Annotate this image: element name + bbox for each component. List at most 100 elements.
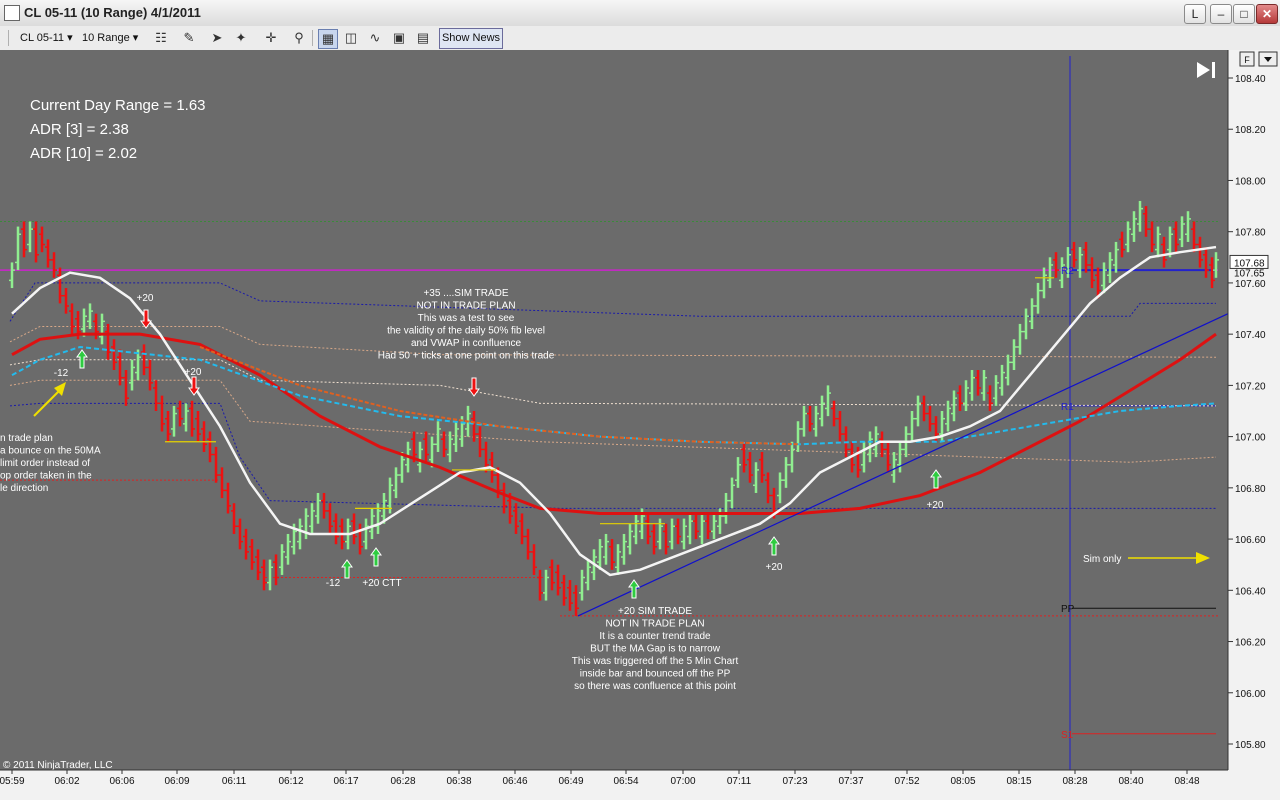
annotation-text: +20 SIM TRADE	[618, 606, 692, 617]
pivot-label: R1	[1061, 402, 1074, 413]
interval-selector[interactable]: 10 Range ▾	[82, 29, 138, 47]
price-tick-label: 106.60	[1235, 535, 1266, 546]
chevron-down-icon: ▾	[67, 32, 73, 44]
annotation-text: NOT IN TRADE PLAN	[605, 619, 704, 630]
price-axis	[1228, 50, 1280, 770]
zoom-icon[interactable]: ⚲	[290, 29, 308, 47]
annotation-text: BUT the MA Gap is to narrow	[590, 644, 721, 655]
time-tick-label: 08:48	[1174, 776, 1199, 787]
annotation-text: It is a counter trend trade	[599, 631, 711, 642]
annotation-text: NOT IN TRADE PLAN	[416, 301, 515, 312]
time-tick-label: 06:11	[222, 776, 247, 787]
copyright-text: © 2011 NinjaTrader, LLC	[3, 760, 113, 771]
annotation-text: the validity of the daily 50% fib level	[387, 326, 545, 337]
pivot-label: R2	[1061, 266, 1074, 277]
price-tick-label: 107.20	[1235, 381, 1266, 392]
price-tick-label: 106.40	[1235, 586, 1266, 597]
indicators-icon[interactable]: ∿	[366, 29, 384, 47]
templates-icon[interactable]: ▤	[414, 29, 432, 47]
app-icon	[4, 5, 20, 21]
time-tick-label: 07:52	[894, 776, 919, 787]
close-button[interactable]: ✕	[1256, 4, 1278, 24]
price-tick-label: 106.80	[1235, 484, 1266, 495]
time-tick-label: 06:09	[164, 776, 189, 787]
time-tick-label: 07:11	[727, 776, 752, 787]
chart-properties-icon[interactable]: ◫	[342, 29, 360, 47]
time-tick-label: 06:49	[558, 776, 583, 787]
time-tick-label: 08:05	[950, 776, 975, 787]
time-axis	[0, 770, 1280, 800]
toolbar-grip	[8, 30, 9, 46]
time-tick-label: 06:28	[390, 776, 415, 787]
annotation-text: a bounce on the 50MA	[0, 446, 101, 457]
annotation-text: so there was confluence at this point	[574, 681, 736, 692]
annotation-text: and VWAP in confluence	[411, 338, 522, 349]
price-tick-label: 107.00	[1235, 433, 1266, 444]
annotation-text: +20 CTT	[362, 578, 401, 589]
time-tick-label: 06:54	[613, 776, 638, 787]
annotation-text: This was triggered off the 5 Min Chart	[572, 656, 739, 667]
pencil-icon[interactable]: ✎	[180, 29, 198, 47]
secondary-price-label: 107.65	[1234, 268, 1265, 279]
toolbar-separator	[312, 30, 313, 46]
time-tick-label: 05:59	[0, 776, 25, 787]
stats-line-0: Current Day Range = 1.63	[30, 97, 206, 114]
annotation-text: inside bar and bounced off the PP	[580, 669, 731, 680]
stats-line-1: ADR [3] = 2.38	[30, 121, 129, 138]
annotation-text: +35 ....SIM TRADE	[423, 288, 508, 299]
time-tick-label: 08:40	[1118, 776, 1143, 787]
time-tick-label: 07:00	[670, 776, 695, 787]
show-news-button[interactable]: Show News	[439, 28, 503, 49]
interval-label: 10 Range	[82, 32, 130, 44]
minimize-button[interactable]: –	[1210, 4, 1232, 24]
price-tick-label: 107.40	[1235, 330, 1266, 341]
crosshair-icon[interactable]: ✛	[262, 29, 280, 47]
time-tick-label: 06:12	[278, 776, 303, 787]
link-button[interactable]: L	[1184, 4, 1206, 24]
annotation-text: limit order instead of	[0, 458, 90, 469]
time-tick-label: 06:02	[54, 776, 79, 787]
instrument-label: CL 05-11	[20, 32, 65, 44]
annotation-text: This was a test to see	[418, 313, 515, 324]
chart-f-label: F	[1244, 55, 1250, 65]
annotation-text: le direction	[0, 483, 48, 494]
price-chart[interactable]: © 2011 NinjaTrader, LLC R2 R1 PP S1 Current D…	[0, 50, 1280, 800]
time-tick-label: 07:23	[782, 776, 807, 787]
price-tick-label: 108.00	[1235, 176, 1266, 187]
rocket-icon[interactable]: ➤	[208, 29, 226, 47]
price-tick-label: 108.40	[1235, 74, 1266, 85]
time-tick-label: 06:46	[502, 776, 527, 787]
chart-toolbar: CL 05-11 ▾ 10 Range ▾ ☷ ✎ ➤ ✦ ✛ ⚲ ▦ ◫ ∿ …	[0, 26, 1280, 51]
maximize-button[interactable]: □	[1233, 4, 1255, 24]
annotation-text: n trade plan	[0, 433, 53, 444]
annotation-text: Sim only	[1083, 554, 1121, 565]
data-box-icon[interactable]: ▦	[318, 29, 338, 49]
pivot-label: PP	[1061, 604, 1075, 615]
annotation-text: +20	[927, 500, 944, 511]
window-titlebar: CL 05-11 (10 Range) 4/1/2011 L – □ ✕	[0, 0, 1280, 27]
instrument-selector[interactable]: CL 05-11 ▾	[20, 29, 73, 47]
time-tick-label: 07:37	[838, 776, 863, 787]
annotation-text: +20	[766, 562, 783, 573]
price-tick-label: 105.80	[1235, 740, 1266, 751]
annotation-text: +20	[185, 367, 202, 378]
annotation-text: -12	[54, 368, 69, 379]
bar-type-icon[interactable]: ☷	[152, 29, 170, 47]
time-tick-label: 06:17	[333, 776, 358, 787]
time-tick-label: 08:28	[1062, 776, 1087, 787]
strategies-icon[interactable]: ▣	[390, 29, 408, 47]
price-tick-label: 107.60	[1235, 279, 1266, 290]
window-title: CL 05-11 (10 Range) 4/1/2011	[24, 5, 201, 20]
price-tick-label: 108.20	[1235, 125, 1266, 136]
wand-icon[interactable]: ✦	[232, 29, 250, 47]
chevron-down-icon: ▾	[132, 32, 139, 44]
time-tick-label: 06:38	[446, 776, 471, 787]
price-tick-label: 106.20	[1235, 638, 1266, 649]
annotation-text: -12	[326, 578, 341, 589]
time-tick-label: 08:15	[1006, 776, 1031, 787]
annotation-text: Had 50 + ticks at one point on this trad…	[378, 351, 555, 362]
price-tick-label: 106.00	[1235, 689, 1266, 700]
time-tick-label: 06:06	[109, 776, 134, 787]
stats-line-2: ADR [10] = 2.02	[30, 145, 137, 162]
price-tick-label: 107.80	[1235, 228, 1266, 239]
